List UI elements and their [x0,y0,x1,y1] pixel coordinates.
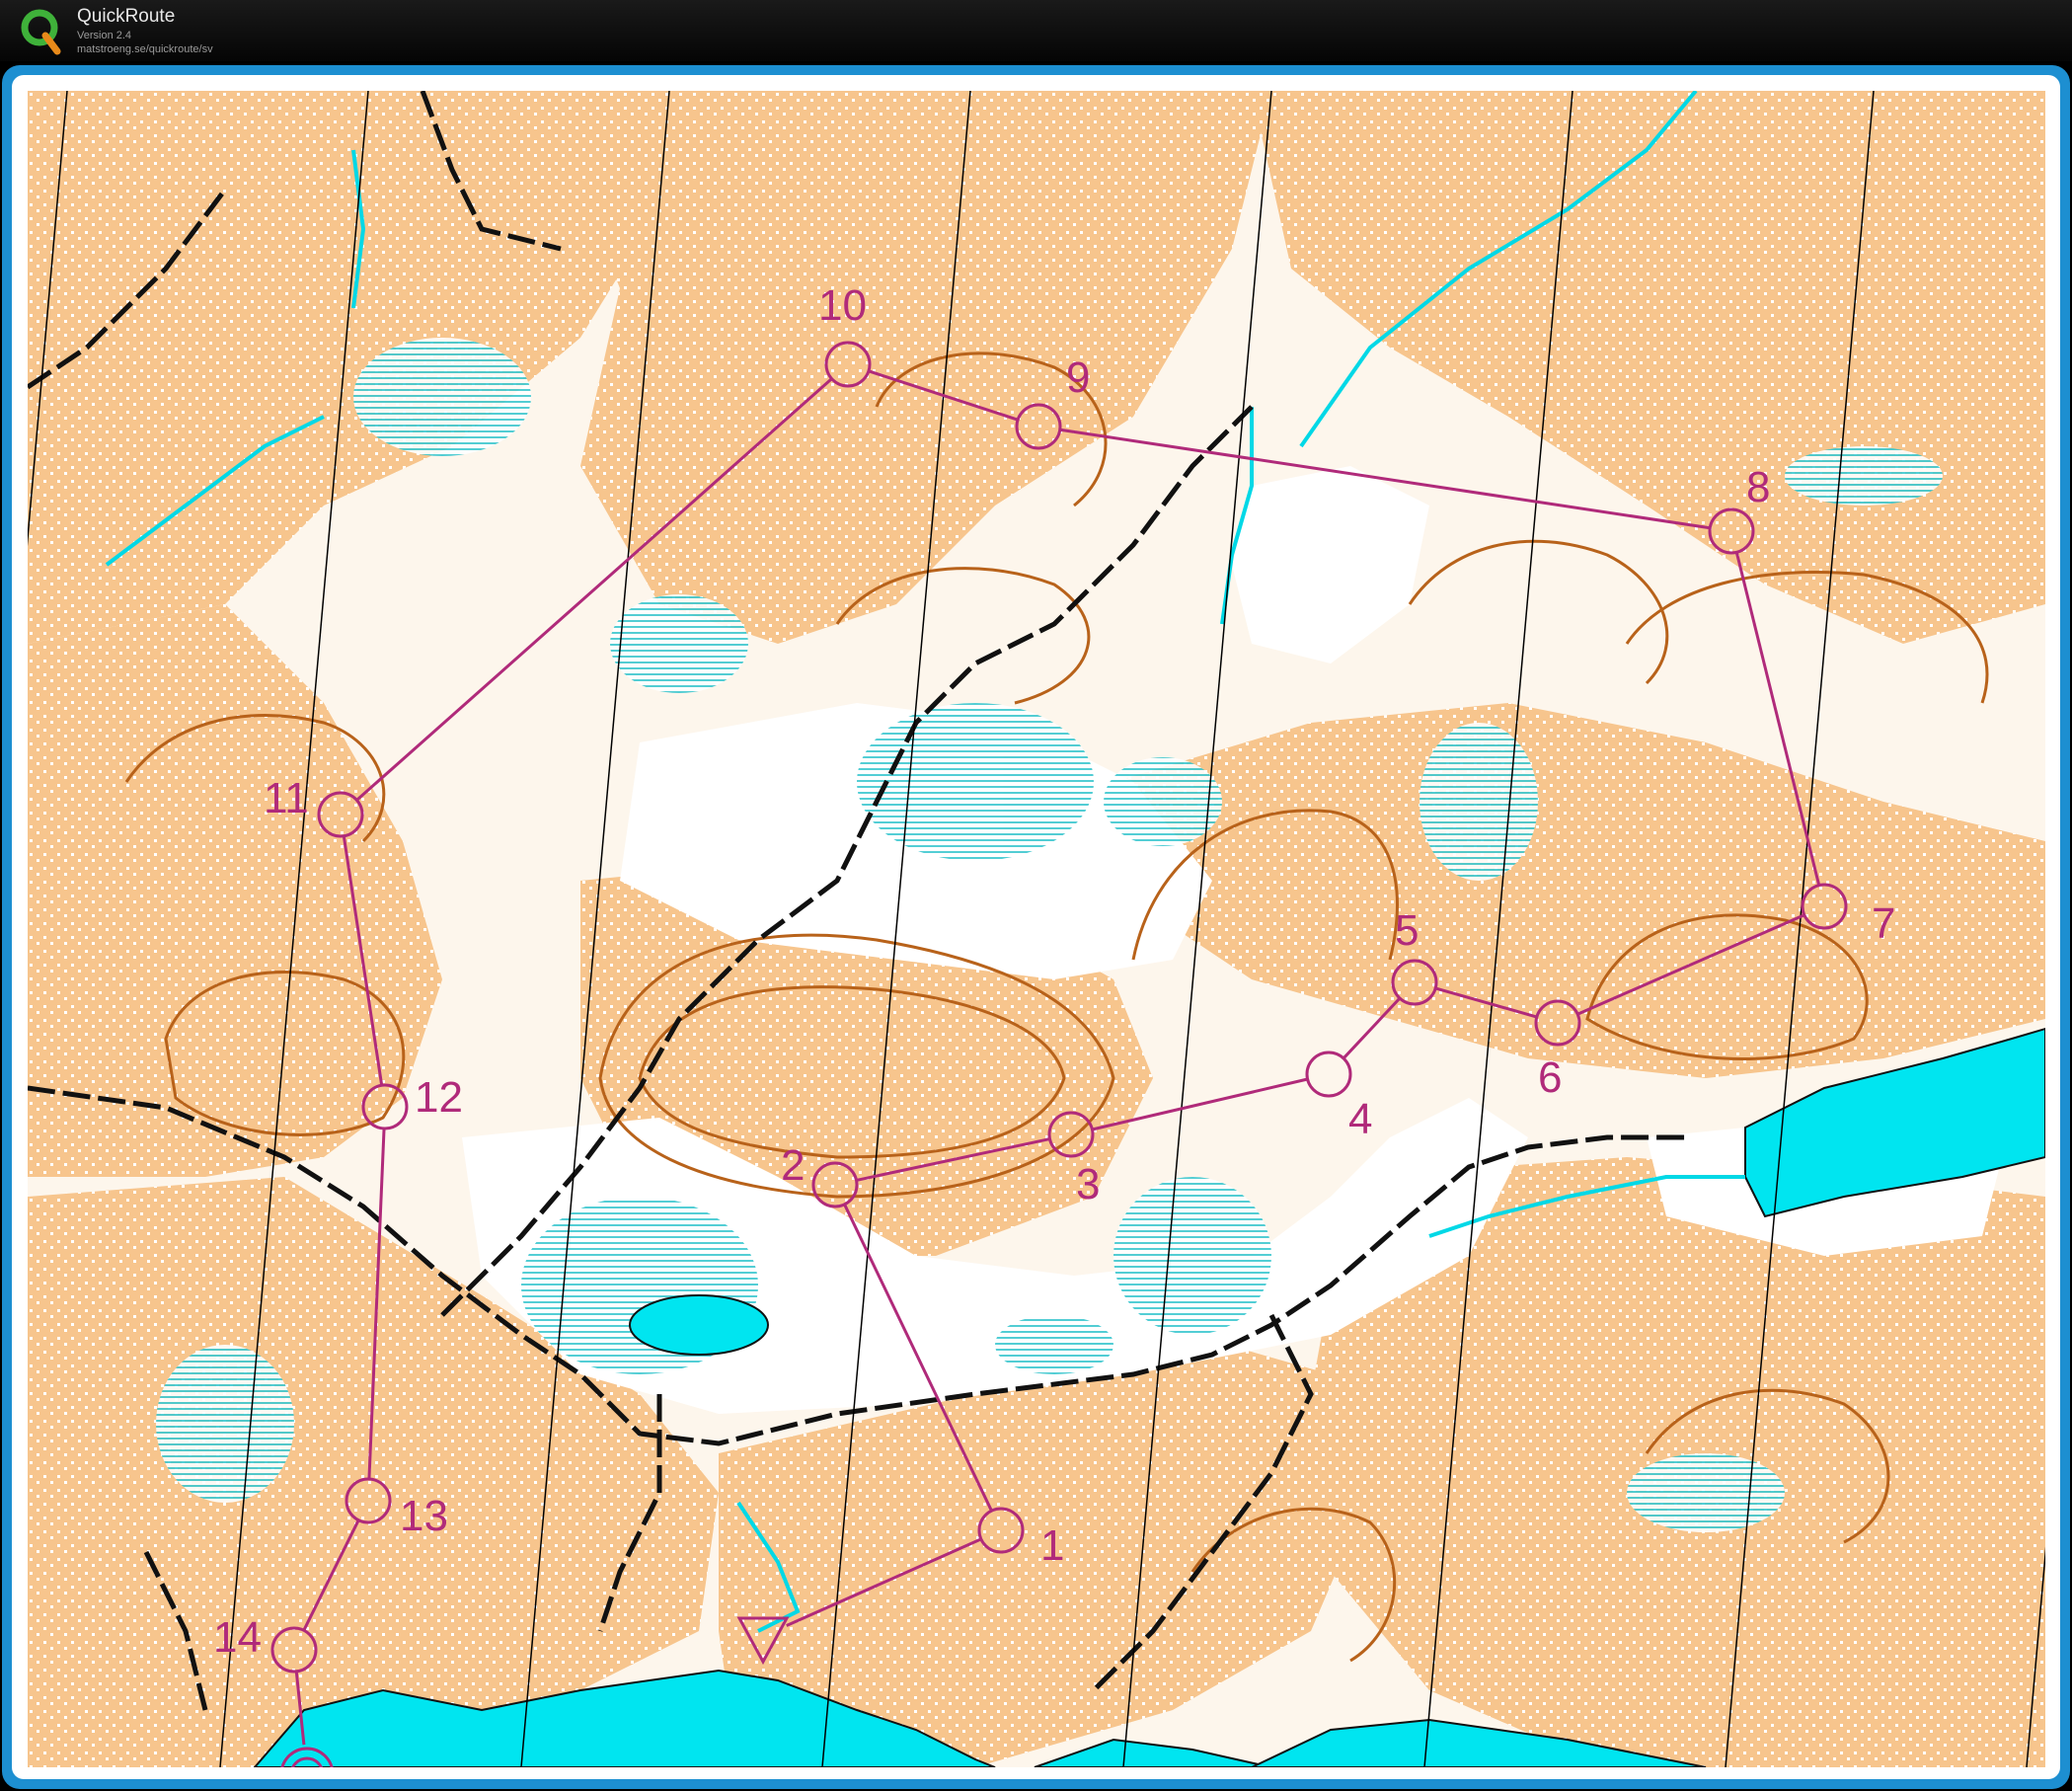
control-number-12: 12 [415,1073,463,1122]
control-number-13: 13 [400,1492,448,1540]
control-number-11: 11 [264,774,309,822]
control-number-14: 14 [213,1613,262,1662]
control-number-5: 5 [1395,906,1419,955]
control-number-4: 4 [1348,1095,1372,1143]
orienteering-map[interactable]: 12 34567891011121314 [28,91,2045,1767]
quickroute-logo-icon [21,9,61,55]
control-number-7: 7 [1872,899,1895,948]
title-bar: QuickRoute Version 2.4 matstroeng.se/qui… [0,0,2072,61]
app-title: QuickRoute [77,6,176,27]
control-number-3: 3 [1076,1160,1100,1208]
control-number-1: 1 [1040,1521,1064,1570]
control-number-6: 6 [1538,1053,1562,1102]
app-version: Version 2.4 [77,30,132,41]
control-number-2: 2 [781,1141,805,1190]
control-number-8: 8 [1746,463,1770,511]
app-url[interactable]: matstroeng.se/quickroute/sv [77,43,213,55]
control-number-10: 10 [818,281,867,330]
control-number-9: 9 [1066,353,1090,402]
